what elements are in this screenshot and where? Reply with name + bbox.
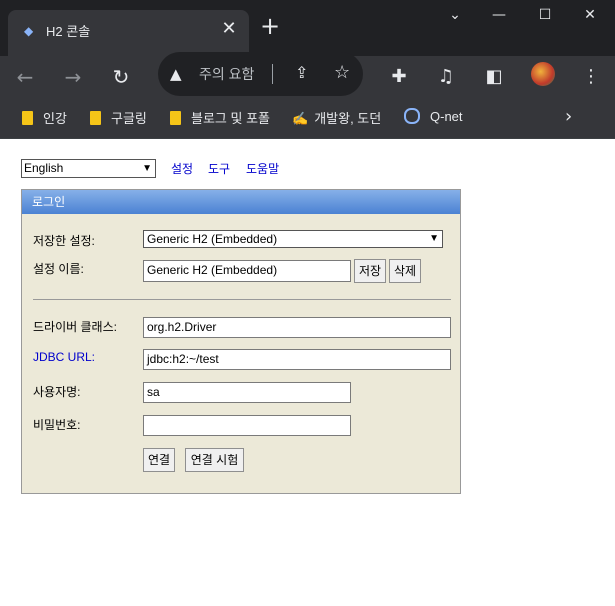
profile-avatar[interactable] (531, 62, 555, 86)
password-label: 비밀번호: (33, 418, 81, 432)
back-arrow-icon[interactable]: ← (12, 64, 38, 90)
address-security-text: 주의 요함 (199, 66, 255, 82)
chevron-down-icon: ▼ (142, 163, 152, 174)
media-queue-icon[interactable]: ♫ (432, 64, 460, 90)
tab-close-icon[interactable]: ✕ (218, 18, 240, 40)
folder-icon (90, 111, 101, 125)
bookmark-folder-blog[interactable]: 블로그 및 포폴 (170, 108, 270, 126)
settings-link[interactable]: 설정 (171, 160, 193, 177)
h2-favicon-icon: ◆ (24, 24, 34, 38)
jdbc-url-input[interactable]: jdbc:h2:~/test (143, 349, 451, 370)
reload-icon[interactable]: ↻ (108, 64, 134, 90)
bookmark-qnet[interactable]: Q-net (404, 108, 463, 126)
username-label: 사용자명: (33, 385, 81, 399)
username-input[interactable]: sa (143, 382, 351, 403)
saved-settings-label: 저장한 설정: (33, 234, 95, 248)
h2-console-page: English ▼ 설정 도구 도움말 로그인 저장한 설정: Generic … (0, 139, 615, 606)
share-icon[interactable]: ⇪ (295, 63, 308, 82)
divider (33, 299, 451, 300)
browser-tab[interactable]: ◆ H2 콘솔 ✕ (8, 10, 249, 56)
tab-title: H2 콘솔 (46, 24, 91, 39)
bookmark-label: 구글링 (111, 111, 147, 126)
saved-settings-select[interactable]: Generic H2 (Embedded) ▼ (143, 230, 443, 248)
connect-button[interactable]: 연결 (143, 448, 175, 472)
bookmarks-bar: 인강 구글링 블로그 및 포폴 ✍ 개발왕, 도던 Q-net › (0, 96, 615, 139)
bookmark-label: 인강 (43, 111, 67, 126)
bookmark-folder-lectures[interactable]: 인강 (22, 108, 67, 126)
maximize-button[interactable]: ☐ (530, 4, 560, 26)
language-value: English (24, 161, 64, 175)
warning-triangle-icon[interactable]: ▲ (170, 65, 182, 83)
folder-icon (22, 111, 33, 125)
kebab-menu-icon[interactable]: ⋮ (577, 64, 605, 90)
driver-class-input[interactable]: org.h2.Driver (143, 317, 451, 338)
setting-name-label: 설정 이름: (33, 262, 84, 276)
tab-search-chevron-icon[interactable]: ⌄ (440, 4, 470, 26)
browser-titlebar: ◆ H2 콘솔 ✕ + ⌄ — ☐ ✕ (0, 0, 615, 56)
bookmark-label: 블로그 및 포폴 (191, 111, 270, 126)
password-input[interactable] (143, 415, 351, 436)
bookmark-label: Q-net (430, 109, 463, 124)
chevron-right-icon[interactable]: › (565, 106, 572, 127)
extensions-puzzle-icon[interactable]: ✚ (385, 64, 413, 90)
minimize-button[interactable]: — (484, 4, 514, 26)
folder-icon (170, 111, 181, 125)
address-separator (272, 64, 273, 84)
address-bar[interactable]: ▲ 주의 요함 ⇪ ☆ (158, 52, 363, 96)
help-link[interactable]: 도움말 (246, 160, 279, 177)
side-panel-icon[interactable]: ◧ (480, 64, 508, 90)
jdbc-url-label[interactable]: JDBC URL: (33, 350, 95, 364)
login-panel-title: 로그인 (22, 190, 460, 214)
login-panel: 로그인 저장한 설정: Generic H2 (Embedded) ▼ 설정 이… (21, 189, 461, 494)
test-connection-button[interactable]: 연결 시험 (185, 448, 244, 472)
bookmark-dev[interactable]: ✍ 개발왕, 도던 (292, 108, 381, 126)
bookmark-folder-googling[interactable]: 구글링 (90, 108, 147, 126)
close-window-button[interactable]: ✕ (575, 4, 605, 26)
setting-name-input[interactable]: Generic H2 (Embedded) (143, 260, 351, 282)
q-net-icon (404, 108, 420, 124)
bookmark-star-icon[interactable]: ☆ (334, 62, 350, 83)
chevron-down-icon: ▼ (429, 233, 439, 244)
hand-icon: ✍ (292, 111, 309, 126)
bookmark-label: 개발왕, 도던 (314, 111, 382, 126)
driver-class-label: 드라이버 클래스: (33, 320, 117, 334)
forward-arrow-icon[interactable]: → (60, 64, 86, 90)
tools-link[interactable]: 도구 (208, 160, 230, 177)
saved-settings-value: Generic H2 (Embedded) (147, 232, 278, 246)
save-button[interactable]: 저장 (354, 259, 386, 283)
new-tab-button[interactable]: + (258, 14, 282, 38)
delete-button[interactable]: 삭제 (389, 259, 421, 283)
language-select[interactable]: English ▼ (21, 159, 156, 178)
